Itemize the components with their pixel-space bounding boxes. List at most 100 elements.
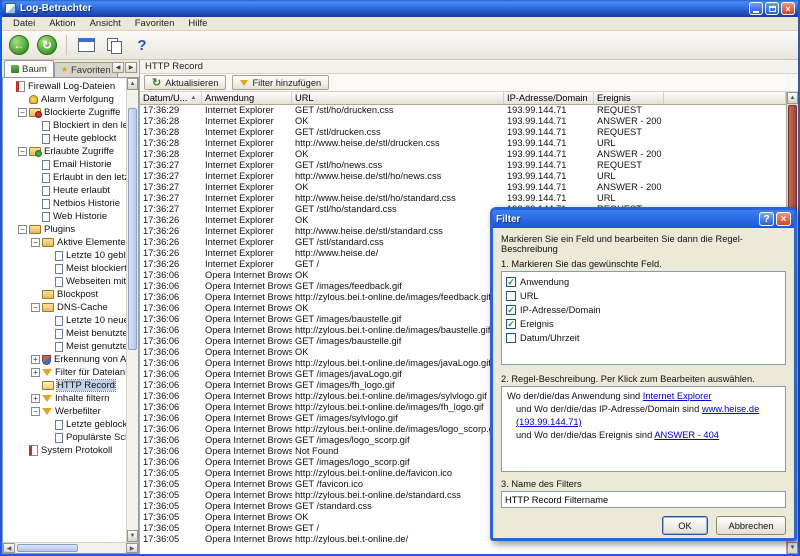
ok-button[interactable]: OK: [662, 516, 708, 535]
tree-item[interactable]: Erlaubt in den letzten 10 Mi...: [3, 171, 126, 184]
tree-item[interactable]: −DNS-Cache: [3, 301, 126, 314]
table-row[interactable]: 17:36:27Internet ExplorerOK193.99.144.71…: [140, 182, 786, 193]
rule-event-link[interactable]: ANSWER - 404: [654, 430, 719, 440]
collapse-icon[interactable]: −: [18, 147, 27, 156]
column-header-url[interactable]: URL: [292, 92, 504, 105]
tree-item[interactable]: Letzte 10 neue Einträge: [3, 314, 126, 327]
collapse-icon[interactable]: −: [31, 407, 40, 416]
expand-icon[interactable]: +: [31, 368, 40, 377]
tree-item[interactable]: −Aktive Elemente: [3, 236, 126, 249]
refresh-button[interactable]: ↻ Aktualisieren: [144, 75, 226, 90]
tab-favoriten[interactable]: ★ Favoriten: [54, 62, 118, 77]
table-row[interactable]: 17:36:27Internet Explorerhttp://www.heis…: [140, 193, 786, 204]
refresh-toolbar-button[interactable]: ↻: [35, 33, 59, 57]
tree-item[interactable]: −Erlaubte Zugriffe: [3, 145, 126, 158]
checkbox-unchecked-icon[interactable]: [506, 333, 516, 343]
menu-item-aktion[interactable]: Aktion: [42, 18, 82, 29]
scroll-left-icon[interactable]: ◀: [3, 543, 15, 553]
expand-icon[interactable]: +: [31, 355, 40, 364]
rule-domain-link[interactable]: www.heise.de: [702, 404, 759, 414]
close-button[interactable]: ×: [781, 2, 795, 15]
minimize-button[interactable]: [749, 2, 763, 15]
dialog-title-bar[interactable]: Filter ? ×: [493, 210, 794, 228]
table-row[interactable]: 17:36:28Internet ExplorerGET /stl/drucke…: [140, 127, 786, 138]
tree-item[interactable]: Letzte geblockte Werbe...: [3, 418, 126, 431]
tree-item[interactable]: Blockpost: [3, 288, 126, 301]
tree-item[interactable]: Meist genutzte Einträge: [3, 340, 126, 353]
copy-button[interactable]: [102, 33, 126, 57]
tree-item[interactable]: +Erkennung von Angriffen: [3, 353, 126, 366]
filter-name-input[interactable]: [501, 491, 786, 508]
tree-item[interactable]: −Blockierte Zugriffe: [3, 106, 126, 119]
tree-item[interactable]: Populärste Schlüsselwör...: [3, 431, 126, 444]
field-option-ereignis[interactable]: ✓Ereignis: [506, 317, 781, 331]
cancel-button[interactable]: Abbrechen: [716, 516, 786, 535]
table-row[interactable]: 17:36:27Internet ExplorerGET /stl/ho/new…: [140, 160, 786, 171]
maximize-button[interactable]: [765, 2, 779, 15]
tab-baum[interactable]: Baum: [4, 60, 54, 77]
scroll-up-icon[interactable]: ▲: [787, 92, 798, 104]
checkbox-checked-icon[interactable]: ✓: [506, 305, 516, 315]
scroll-thumb[interactable]: [17, 544, 78, 552]
column-header-anwendung[interactable]: Anwendung: [202, 92, 292, 105]
table-row[interactable]: 17:36:29Internet ExplorerGET /stl/ho/dru…: [140, 105, 786, 116]
tab-scroll-right-button[interactable]: ▶: [125, 62, 137, 73]
scroll-thumb[interactable]: [128, 108, 137, 350]
field-option-anwendung[interactable]: ✓Anwendung: [506, 275, 781, 289]
tab-scroll-left-button[interactable]: ◀: [112, 62, 124, 73]
tree-item[interactable]: Meist blockierte aktive In...: [3, 262, 126, 275]
dialog-help-button[interactable]: ?: [759, 212, 774, 226]
help-button[interactable]: ?: [130, 33, 154, 57]
checkbox-checked-icon[interactable]: ✓: [506, 319, 516, 329]
collapse-icon[interactable]: −: [18, 108, 27, 117]
back-button[interactable]: ←: [7, 33, 31, 57]
tree-item[interactable]: Letzte 10 geblockte akti...: [3, 249, 126, 262]
menu-item-favoriten[interactable]: Favoriten: [128, 18, 182, 29]
rule-ip-link[interactable]: (193.99.144.71): [516, 417, 582, 427]
menu-item-hilfe[interactable]: Hilfe: [181, 18, 214, 29]
column-header-datum[interactable]: Datum/U... ▲: [140, 92, 202, 105]
menu-item-datei[interactable]: Datei: [6, 18, 42, 29]
table-row[interactable]: 17:36:27Internet Explorerhttp://www.heis…: [140, 171, 786, 182]
tree-item[interactable]: Heute erlaubt: [3, 184, 126, 197]
title-bar[interactable]: Log-Betrachter ×: [2, 0, 798, 17]
tree-item[interactable]: Firewall Log-Dateien: [3, 80, 126, 93]
scroll-track[interactable]: [15, 543, 126, 553]
tree-item[interactable]: +Filter für Dateianhänge: [3, 366, 126, 379]
checkbox-checked-icon[interactable]: ✓: [506, 277, 516, 287]
tree-item[interactable]: Email Historie: [3, 158, 126, 171]
tree-item[interactable]: −Plugins: [3, 223, 126, 236]
field-option-ip-adresse-domain[interactable]: ✓IP-Adresse/Domain: [506, 303, 781, 317]
tree-item[interactable]: Alarm Verfolgung: [3, 93, 126, 106]
expand-icon[interactable]: +: [31, 394, 40, 403]
tree-item[interactable]: Blockiert in den letzten 10 M...: [3, 119, 126, 132]
field-option-datum-uhrzeit[interactable]: Datum/Uhrzeit: [506, 331, 781, 345]
checkbox-unchecked-icon[interactable]: [506, 291, 516, 301]
tree-item[interactable]: Netbios Historie: [3, 197, 126, 210]
collapse-icon[interactable]: −: [31, 303, 40, 312]
tree-item[interactable]: −Werbefilter: [3, 405, 126, 418]
tree-item[interactable]: Webseiten mit vielen ak...: [3, 275, 126, 288]
field-option-url[interactable]: URL: [506, 289, 781, 303]
tree-item[interactable]: System Protokoll: [3, 444, 126, 457]
scroll-down-icon[interactable]: ▼: [127, 530, 138, 542]
add-filter-button[interactable]: Filter hinzufügen: [232, 75, 329, 90]
collapse-icon[interactable]: −: [18, 225, 27, 234]
scroll-up-icon[interactable]: ▲: [127, 78, 138, 90]
table-row[interactable]: 17:36:28Internet ExplorerOK193.99.144.71…: [140, 116, 786, 127]
dialog-close-button[interactable]: ×: [776, 212, 791, 226]
table-row[interactable]: 17:36:28Internet Explorerhttp://www.heis…: [140, 138, 786, 149]
tree-horizontal-scrollbar[interactable]: ◀ ▶: [2, 542, 139, 554]
tree-item[interactable]: Meist benutzte Einträge: [3, 327, 126, 340]
tree-item[interactable]: Heute geblockt: [3, 132, 126, 145]
view-panels-button[interactable]: [74, 33, 98, 57]
column-header-ip[interactable]: IP-Adresse/Domain: [504, 92, 594, 105]
tree-item[interactable]: Web Historie: [3, 210, 126, 223]
rule-description-box[interactable]: Wo der/die/das Anwendung sind Internet E…: [501, 386, 786, 472]
table-row[interactable]: 17:36:28Internet ExplorerOK193.99.144.71…: [140, 149, 786, 160]
rule-application-link[interactable]: Internet Explorer: [643, 391, 712, 401]
scroll-right-icon[interactable]: ▶: [126, 543, 138, 553]
collapse-icon[interactable]: −: [31, 238, 40, 247]
scroll-down-icon[interactable]: ▼: [787, 542, 798, 554]
tree-item[interactable]: +Inhalte filtern: [3, 392, 126, 405]
